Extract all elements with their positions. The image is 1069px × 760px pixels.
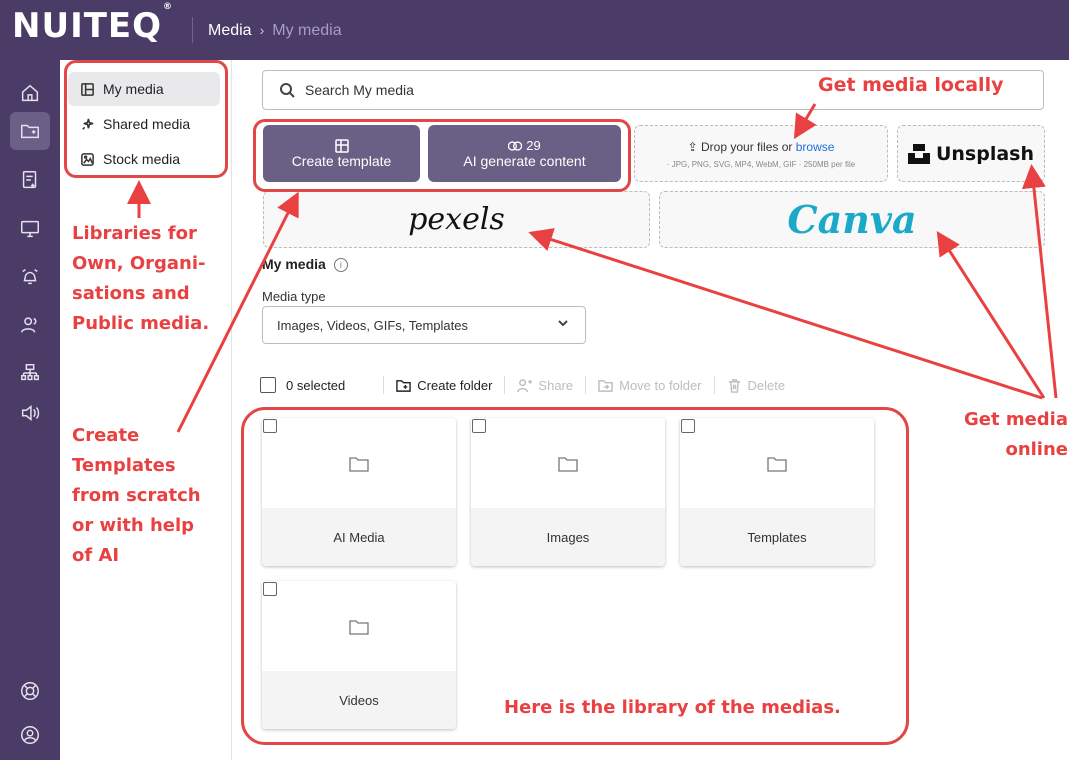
- users-icon[interactable]: [10, 306, 50, 344]
- search-placeholder: Search My media: [305, 82, 414, 98]
- cloud-upload-icon: ⇪: [687, 140, 698, 154]
- unsplash-logo-icon: [907, 143, 930, 164]
- info-icon[interactable]: i: [333, 258, 348, 273]
- trash-icon: [728, 378, 740, 393]
- help-icon[interactable]: [10, 672, 50, 710]
- breadcrumb-root[interactable]: Media: [208, 22, 252, 39]
- account-icon[interactable]: [10, 716, 50, 754]
- home-icon[interactable]: [10, 74, 50, 112]
- pexels-button[interactable]: pexels: [263, 191, 650, 248]
- annotation-get-local: Get media locally: [818, 74, 1004, 96]
- share-user-icon: [517, 378, 533, 392]
- media-type-value: Images, Videos, GIFs, Templates: [277, 317, 468, 333]
- chevron-down-icon: [557, 317, 569, 329]
- screen-icon[interactable]: [10, 210, 50, 248]
- arrow-canva: [936, 230, 1046, 399]
- unsplash-button[interactable]: Unsplash: [897, 125, 1045, 182]
- canva-button[interactable]: Canva: [659, 191, 1045, 248]
- file-drop-zone[interactable]: ⇪ Drop your files or browse · JPG, PNG, …: [634, 125, 888, 182]
- breadcrumb: Media › My media: [208, 22, 342, 40]
- move-to-folder-button[interactable]: Move to folder: [598, 378, 702, 393]
- annotation-get-online: Get media online: [963, 409, 1068, 460]
- browse-link[interactable]: browse: [796, 140, 835, 154]
- media-type-select[interactable]: Images, Videos, GIFs, Templates: [262, 306, 586, 344]
- media-type-label: Media type: [262, 289, 326, 304]
- drop-text: Drop your files or: [701, 140, 793, 154]
- nav-rail: [0, 60, 60, 760]
- folder-add-icon: [396, 379, 412, 392]
- create-buttons-highlight: [253, 119, 631, 192]
- selection-toolbar: 0 selected Create folder Share Move to f…: [260, 374, 785, 396]
- broadcast-icon[interactable]: [10, 394, 50, 432]
- annotation-libraries: Libraries for Own, Organi-sations and Publ…: [72, 223, 210, 334]
- org-icon[interactable]: [10, 354, 50, 392]
- search-icon: [280, 83, 295, 98]
- top-bar: NUITEQ® Media › My media: [0, 0, 1069, 60]
- select-all-checkbox[interactable]: [260, 377, 276, 393]
- notes-icon[interactable]: [10, 161, 50, 199]
- divider: [192, 17, 193, 43]
- bell-icon[interactable]: [10, 258, 50, 296]
- selected-count: 0 selected: [286, 377, 346, 393]
- annotation-templates: Create Templates from scratch or with help o…: [72, 425, 201, 566]
- select-all[interactable]: 0 selected: [260, 377, 345, 393]
- breadcrumb-separator: ›: [259, 22, 265, 38]
- section-title: My media i: [262, 256, 348, 273]
- breadcrumb-current: My media: [272, 22, 342, 39]
- unsplash-label: Unsplash: [935, 142, 1035, 165]
- folder-move-icon: [598, 379, 613, 392]
- delete-button[interactable]: Delete: [727, 378, 785, 393]
- pexels-label: pexels: [408, 202, 505, 237]
- create-folder-button[interactable]: Create folder: [396, 378, 492, 393]
- canva-label: Canva: [787, 197, 917, 242]
- share-button[interactable]: Share: [517, 378, 573, 393]
- drop-formats: · JPG, PNG, SVG, MP4, WebM, GIF · 250MB …: [666, 160, 856, 169]
- nuiteq-logo[interactable]: NUITEQ®: [12, 2, 173, 46]
- media-icon[interactable]: [10, 112, 50, 150]
- libraries-highlight: [64, 60, 228, 178]
- annotation-library-note: Here is the library of the medias.: [504, 697, 841, 718]
